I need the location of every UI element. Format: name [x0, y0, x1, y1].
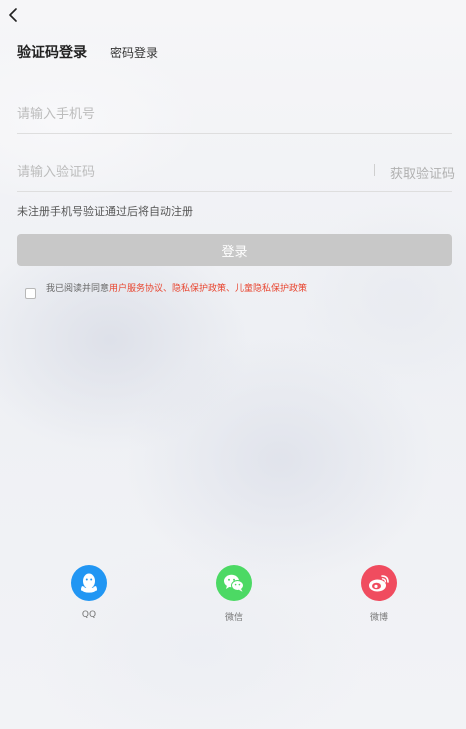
qq-login-button[interactable]	[71, 565, 107, 601]
tab-password-login[interactable]: 密码登录	[110, 44, 158, 61]
agreement-prefix: 我已阅读并同意	[46, 284, 110, 294]
qq-label: QQ	[81, 610, 97, 620]
tab-sms-login[interactable]: 验证码登录	[17, 42, 87, 62]
get-code-button[interactable]: 获取验证码	[390, 163, 455, 182]
code-input[interactable]	[17, 155, 357, 189]
agreement-checkbox[interactable]	[25, 288, 36, 299]
weibo-label: 微博	[369, 613, 388, 623]
login-button-label: 登录	[221, 244, 248, 260]
code-field	[17, 155, 452, 192]
wechat-label: 微信	[224, 613, 243, 623]
qq-icon	[81, 573, 97, 593]
back-button[interactable]	[4, 4, 22, 26]
code-divider	[374, 164, 375, 176]
wechat-icon	[224, 574, 244, 592]
phone-input[interactable]	[17, 97, 357, 131]
phone-field	[17, 97, 452, 134]
agreement-text: 我已阅读并同意用户服务协议、隐私保护政策、儿童隐私保护政策	[46, 281, 307, 294]
weibo-icon	[369, 575, 389, 592]
wechat-login-button[interactable]	[216, 565, 252, 601]
weibo-login-button[interactable]	[361, 565, 397, 601]
chevron-left-icon	[9, 8, 17, 22]
auto-register-hint: 未注册手机号验证通过后将自动注册	[17, 205, 193, 218]
agreement-links[interactable]: 用户服务协议、隐私保护政策、儿童隐私保护政策	[109, 284, 307, 294]
login-button[interactable]: 登录	[17, 234, 452, 266]
